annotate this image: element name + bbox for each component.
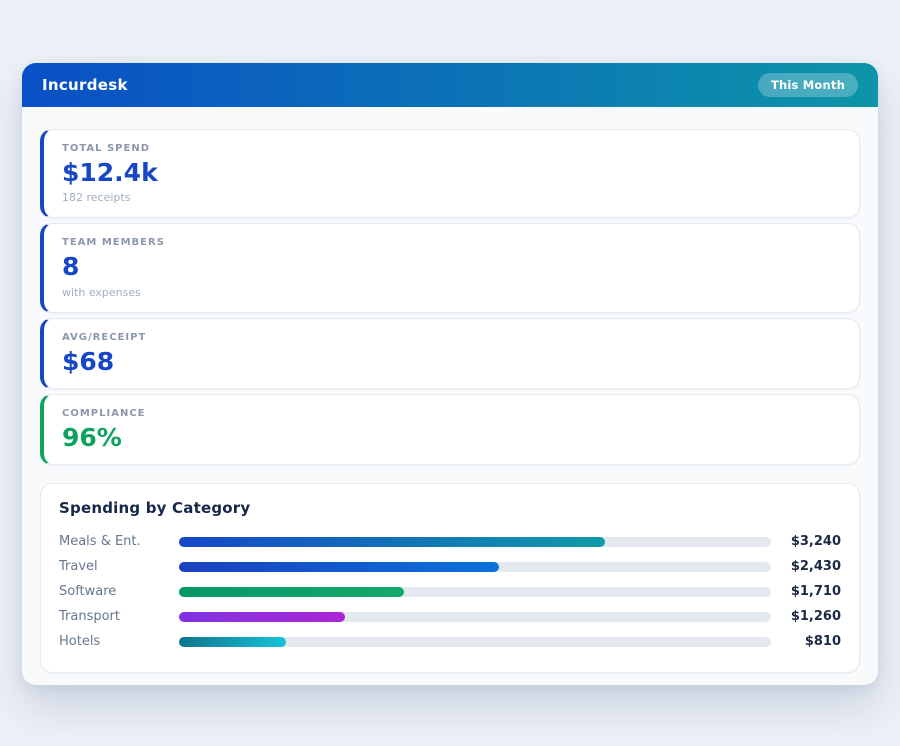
category-label: Meals & Ent. <box>59 534 179 549</box>
category-label: Travel <box>59 559 179 574</box>
bar-fill-travel <box>179 562 499 572</box>
bar-fill-meals <box>179 537 605 547</box>
panel-title: Spending by Category <box>59 499 841 517</box>
bar-track <box>179 562 771 572</box>
bar-value: $810 <box>771 634 841 649</box>
stat-sub: 182 receipts <box>62 191 843 204</box>
bar-track <box>179 612 771 622</box>
bar-fill-hotels <box>179 637 286 647</box>
stat-label: TEAM MEMBERS <box>62 237 843 248</box>
bar-track <box>179 537 771 547</box>
bar-track <box>179 587 771 597</box>
dashboard-container: Incurdesk This Month TOTAL SPEND $12.4k … <box>22 63 878 685</box>
stat-value: 8 <box>62 254 843 280</box>
stat-label: TOTAL SPEND <box>62 143 843 154</box>
category-label: Transport <box>59 609 179 624</box>
spending-by-category-panel: Spending by Category Meals & Ent. $3,240… <box>40 483 860 673</box>
chart-row-software: Software $1,710 <box>59 579 841 604</box>
bar-value: $2,430 <box>771 559 841 574</box>
stat-value: $12.4k <box>62 160 843 186</box>
category-label: Hotels <box>59 634 179 649</box>
bar-value: $3,240 <box>771 534 841 549</box>
bar-fill-transport <box>179 612 345 622</box>
bar-value: $1,710 <box>771 584 841 599</box>
stat-card-total-spend: TOTAL SPEND $12.4k 182 receipts <box>40 129 860 218</box>
dashboard-content: TOTAL SPEND $12.4k 182 receipts TEAM MEM… <box>22 107 878 673</box>
stat-label: COMPLIANCE <box>62 408 843 419</box>
app-title: Incurdesk <box>42 76 128 94</box>
chart-row-meals: Meals & Ent. $3,240 <box>59 529 841 554</box>
stat-value: 96% <box>62 425 843 451</box>
period-badge[interactable]: This Month <box>758 73 858 97</box>
stat-sub: with expenses <box>62 286 843 299</box>
bar-track <box>179 637 771 647</box>
bar-value: $1,260 <box>771 609 841 624</box>
chart-row-travel: Travel $2,430 <box>59 554 841 579</box>
category-label: Software <box>59 584 179 599</box>
chart-row-hotels: Hotels $810 <box>59 629 841 654</box>
stat-label: AVG/RECEIPT <box>62 332 843 343</box>
stat-card-compliance: COMPLIANCE 96% <box>40 394 860 465</box>
bar-fill-software <box>179 587 404 597</box>
app-header: Incurdesk This Month <box>22 63 878 107</box>
chart-row-transport: Transport $1,260 <box>59 604 841 629</box>
stat-value: $68 <box>62 349 843 375</box>
stat-card-team-members: TEAM MEMBERS 8 with expenses <box>40 223 860 312</box>
stat-card-avg-receipt: AVG/RECEIPT $68 <box>40 318 860 389</box>
